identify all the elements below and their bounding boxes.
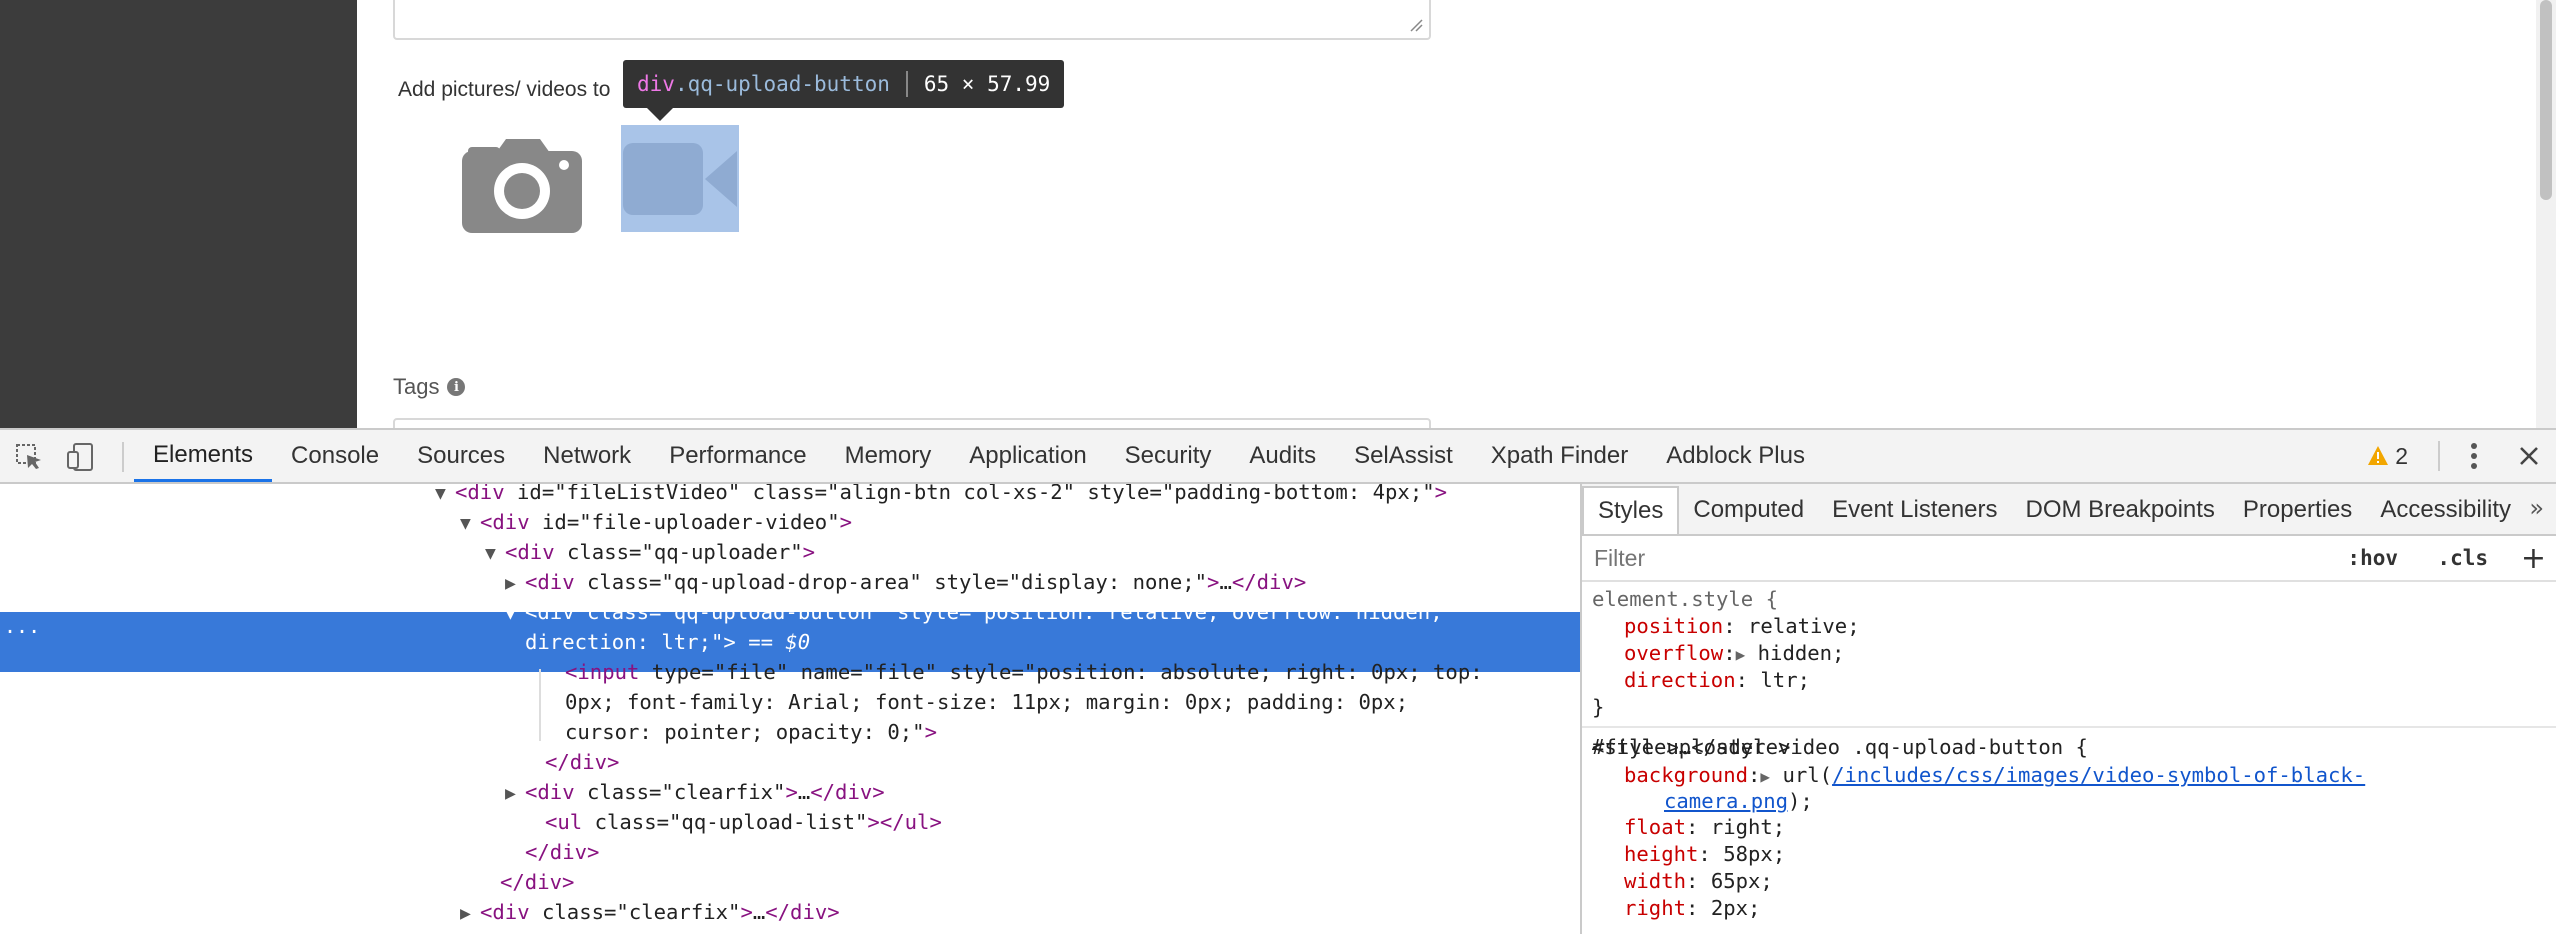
dom-tree-line[interactable]: 0px; font-family: Arial; font-size: 11px… <box>0 688 1580 718</box>
tab-xpath-finder[interactable]: Xpath Finder <box>1472 430 1647 482</box>
tab-audits[interactable]: Audits <box>1230 430 1335 482</box>
devtools-panel: Elements Console Sources Network Performance… <box>0 428 2556 934</box>
add-style-rule-button[interactable]: + <box>2521 541 2546 576</box>
background-url-link-cont[interactable]: camera.png <box>1664 789 1788 813</box>
dom-tree-line[interactable]: ▼ <div class="qq-uploader"> <box>0 538 1580 569</box>
styles-filter-input[interactable] <box>1594 544 2294 572</box>
info-icon[interactable]: i <box>447 378 466 396</box>
expand-triangle-icon[interactable]: ▼ <box>435 484 455 509</box>
inspect-element-icon[interactable] <box>14 442 44 472</box>
sidebar-tab-event-listeners[interactable]: Event Listeners <box>1818 486 2011 534</box>
more-options-icon[interactable] <box>2470 442 2478 470</box>
style-property[interactable]: width: 65px; <box>1624 868 1773 895</box>
more-tabs-chevron-icon[interactable]: » <box>2529 494 2544 522</box>
expand-triangle-icon[interactable]: ▶ <box>1736 645 1746 664</box>
page-scroll-thumb[interactable] <box>2540 0 2552 200</box>
video-upload-button[interactable] <box>621 125 739 232</box>
expand-triangle-icon[interactable]: ▶ <box>460 899 480 929</box>
camera-upload-icon[interactable] <box>462 135 582 233</box>
devtools-toolbar-right: 2 <box>2367 430 2556 482</box>
sidebar-tab-computed[interactable]: Computed <box>1679 486 1818 534</box>
element-tooltip: div .qq-upload-button 65 × 57.99 <box>623 60 1065 108</box>
left-gutter <box>0 0 357 428</box>
tags-label-text: Tags <box>393 374 440 399</box>
tooltip-arrow <box>646 107 674 121</box>
tab-selassist[interactable]: SelAssist <box>1335 430 1472 482</box>
dom-tree-line[interactable]: </div> <box>0 748 1580 778</box>
rule-separator <box>1582 726 2556 728</box>
elements-tree[interactable]: ... ▼ <div class="qq-upload-button" style… <box>0 484 1580 934</box>
sidebar-tab-dom-breakpoints[interactable]: DOM Breakpoints <box>2012 486 2229 534</box>
tab-adblock-plus[interactable]: Adblock Plus <box>1647 430 1824 482</box>
dom-tree-line[interactable]: <input type="file" name="file" style="po… <box>0 658 1580 688</box>
expand-triangle-icon[interactable]: ▼ <box>460 509 480 539</box>
expand-triangle-icon[interactable]: ▶ <box>505 779 525 809</box>
tab-performance[interactable]: Performance <box>650 430 825 482</box>
style-property[interactable]: position: relative; <box>1624 613 1860 640</box>
tab-console[interactable]: Console <box>272 430 398 482</box>
rule-close-brace: } <box>1592 695 1605 719</box>
dom-tree-line[interactable]: cursor: pointer; opacity: 0;"> <box>0 718 1580 748</box>
dom-tree-line[interactable]: <ul class="qq-upload-list"></ul> <box>0 808 1580 838</box>
dom-tree-line[interactable]: ▼ <div class="qq-upload-button" style="po… <box>0 598 1580 629</box>
sidebar-tab-styles[interactable]: Styles <box>1582 486 1680 534</box>
tags-input[interactable] <box>393 418 1431 428</box>
tab-network[interactable]: Network <box>524 430 650 482</box>
resize-grip-icon[interactable] <box>1409 18 1423 32</box>
tab-elements[interactable]: Elements <box>134 430 273 482</box>
warning-count[interactable]: 2 <box>2395 443 2408 470</box>
dom-tree-line[interactable]: ▼ <div id="fileListVideo" class="align-bt… <box>0 484 1580 509</box>
device-toolbar-icon[interactable] <box>66 442 96 472</box>
dom-tree-line[interactable]: </div> <box>0 838 1580 868</box>
toolbar-divider <box>2438 441 2440 471</box>
tags-label: Tags i <box>393 374 466 400</box>
sidebar-tab-properties[interactable]: Properties <box>2229 486 2366 534</box>
tooltip-tag: div <box>637 72 675 96</box>
tooltip-class: .qq-upload-button <box>674 72 890 96</box>
tab-memory[interactable]: Memory <box>826 430 951 482</box>
expand-triangle-icon[interactable]: ▼ <box>485 539 505 569</box>
expand-triangle-icon[interactable]: ▶ <box>505 569 525 599</box>
dom-tree-line[interactable]: ▶ <div class="qq-upload-drop-area" style=… <box>0 568 1580 599</box>
style-property[interactable]: height: 58px; <box>1624 841 1785 868</box>
dom-tree-line[interactable]: direction: ltr;"> == $0 <box>0 628 1580 658</box>
styles-sidebar: Styles Computed Event Listeners DOM Breakpo… <box>1580 484 2556 934</box>
element-style-selector: element.style { <box>1592 587 1778 611</box>
expand-triangle-icon[interactable]: ▼ <box>505 599 525 629</box>
sidebar-tab-accessibility[interactable]: Accessibility <box>2366 486 2525 534</box>
styles-filter-bar: :hov .cls + <box>1582 536 2556 582</box>
dom-tree-line[interactable]: ▶ <div class="clearfix">…</div> <box>0 778 1580 809</box>
devtools-tabs: Elements Console Sources Network Performance… <box>134 430 1824 482</box>
page-scrollbar[interactable] <box>2536 0 2556 428</box>
dom-tree-line[interactable]: </div> <box>0 868 1580 898</box>
expand-triangle-icon[interactable]: ▶ <box>1760 767 1770 786</box>
class-toggle[interactable]: .cls <box>2437 546 2488 570</box>
tab-sources[interactable]: Sources <box>398 430 524 482</box>
video-camera-icon <box>623 142 737 215</box>
hover-state-toggle[interactable]: :hov <box>2347 546 2398 570</box>
style-property[interactable]: direction: ltr; <box>1624 667 1810 694</box>
toolbar-divider <box>122 442 124 472</box>
style-property[interactable]: right: 2px; <box>1624 895 1760 922</box>
sidebar-tabs: Styles Computed Event Listeners DOM Breakpo… <box>1582 484 2556 536</box>
tooltip-size: 65 × 57.99 <box>923 72 1051 96</box>
rule-source-link[interactable]: <style>…</style> <box>1592 734 2552 761</box>
close-devtools-icon[interactable] <box>2518 445 2540 467</box>
description-textarea[interactable] <box>393 0 1431 40</box>
page-viewport: Add pictures/ videos to div .qq-upload-bu… <box>0 0 2556 428</box>
tab-security[interactable]: Security <box>1106 430 1231 482</box>
style-property-background-cont[interactable]: camera.png); <box>1664 788 1813 815</box>
dom-tree-line[interactable]: ▼ <div id="file-uploader-video"> <box>0 508 1580 539</box>
dom-tree-line[interactable]: ▶ <div class="clearfix">…</div> <box>0 898 1580 929</box>
devtools-toolbar: Elements Console Sources Network Performance… <box>0 430 2556 484</box>
warning-icon[interactable] <box>2367 445 2389 467</box>
style-property-background[interactable]: background:▶ url(/includes/css/images/vi… <box>1624 762 2365 790</box>
tooltip-separator <box>905 71 908 97</box>
tab-application[interactable]: Application <box>950 430 1105 482</box>
add-media-label: Add pictures/ videos to <box>398 78 611 101</box>
style-property[interactable]: overflow:▶ hidden; <box>1624 640 1844 668</box>
background-url-link[interactable]: /includes/css/images/video-symbol-of-bla… <box>1832 763 2365 787</box>
style-property[interactable]: float: right; <box>1624 814 1785 841</box>
